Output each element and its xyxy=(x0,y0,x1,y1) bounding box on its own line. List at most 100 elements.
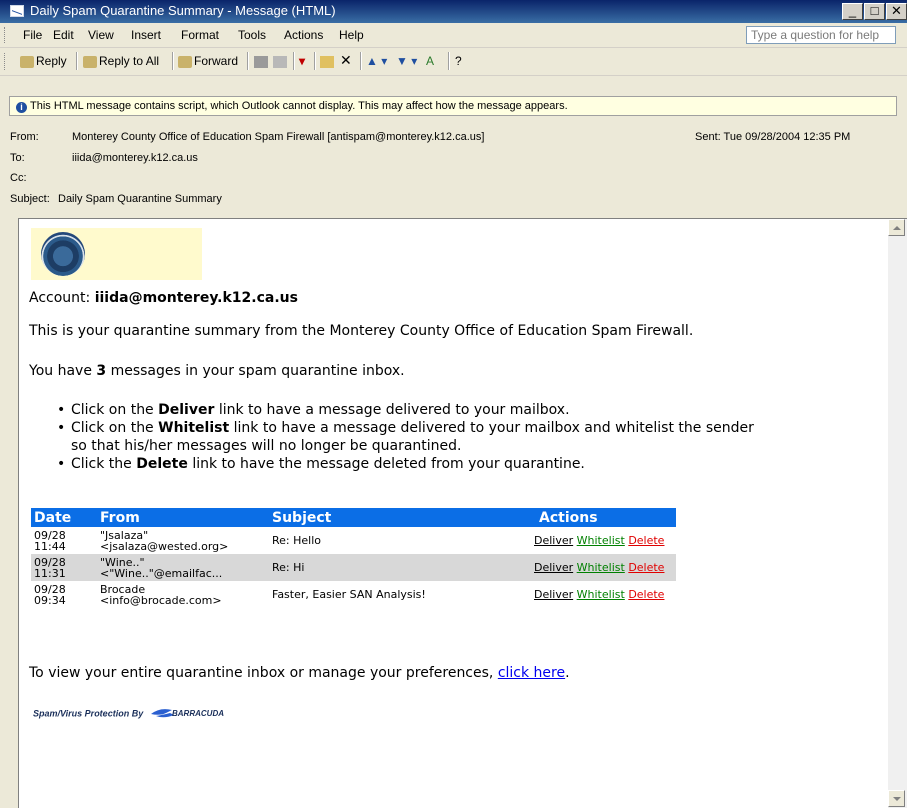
subject-cell: Re: Hello xyxy=(272,534,322,547)
minimize-button[interactable]: _ xyxy=(842,3,863,20)
to-label: To: xyxy=(10,152,25,164)
to-value[interactable]: iiida@monterey.k12.ca.us xyxy=(72,152,198,164)
barracuda-logo-text: BARRACUDA xyxy=(172,709,224,718)
move-button[interactable] xyxy=(320,54,336,68)
toolbar-separator xyxy=(76,52,78,70)
delete-button[interactable]: ✕ xyxy=(340,52,352,69)
close-button[interactable]: ✕ xyxy=(886,3,907,20)
message-header: From: Monterey County Office of Educatio… xyxy=(0,124,907,214)
table-row: 09/28 11:44 "Jsalaza" <jsalaza@wested.org>… xyxy=(31,527,676,554)
count-post: messages in your spam quarantine inbox. xyxy=(110,363,405,379)
scroll-down-button[interactable] xyxy=(888,790,905,807)
menu-file[interactable]: File xyxy=(23,28,42,42)
delete-link[interactable]: Delete xyxy=(628,588,664,601)
column-header-date: Date xyxy=(31,508,97,527)
whitelist-link[interactable]: Whitelist xyxy=(577,561,625,574)
whitelist-link[interactable]: Whitelist xyxy=(577,588,625,601)
toolbar-grip xyxy=(4,53,8,70)
reply-button[interactable]: Reply xyxy=(20,54,67,68)
subject-label: Subject: xyxy=(10,193,50,205)
column-header-actions: Actions xyxy=(531,508,676,527)
from-cell: "Jsalaza" <jsalaza@wested.org> xyxy=(100,528,229,553)
menu-tools[interactable]: Tools xyxy=(238,28,266,42)
flag-icon: ▾ xyxy=(299,54,306,68)
menu-insert[interactable]: Insert xyxy=(131,28,161,42)
view-inbox-line: To view your entire quarantine inbox or … xyxy=(29,665,570,681)
forward-button[interactable]: Forward xyxy=(178,54,238,68)
column-header-from: From xyxy=(97,508,269,527)
date-cell: 09/28 11:31 xyxy=(31,554,97,581)
reply-icon xyxy=(20,55,34,68)
script-warning-bar[interactable]: i This HTML message contains script, whic… xyxy=(9,96,897,116)
intro-text: This is your quarantine summary from the… xyxy=(29,323,694,339)
toolbar-separator xyxy=(172,52,174,70)
subject-cell: Re: Hi xyxy=(269,554,531,581)
list-item: Click on the Whitelist link to have a me… xyxy=(57,419,754,455)
scroll-up-button[interactable] xyxy=(888,219,905,236)
maximize-button[interactable]: □ xyxy=(864,3,885,20)
sent-field: Sent: Tue 09/28/2004 12:35 PM xyxy=(695,131,850,143)
down-arrow-icon: ▼ ▾ xyxy=(396,54,418,68)
whitelist-link[interactable]: Whitelist xyxy=(577,534,625,547)
up-arrow-icon: ▲ ▾ xyxy=(366,54,388,68)
menu-actions[interactable]: Actions xyxy=(284,28,323,42)
reply-label: Reply xyxy=(36,54,67,68)
list-item: Click on the Deliver link to have a mess… xyxy=(57,401,754,419)
menu-edit[interactable]: Edit xyxy=(53,28,74,42)
count-pre: You have xyxy=(29,363,92,379)
deliver-link[interactable]: Deliver xyxy=(534,588,573,601)
delete-link[interactable]: Delete xyxy=(628,561,664,574)
click-here-link[interactable]: click here xyxy=(498,665,565,681)
quarantine-table: Date From Subject Actions 09/28 11:44 "Js… xyxy=(31,508,676,608)
font-size-icon: A xyxy=(426,54,435,68)
previous-item-button[interactable]: ▲ ▾ xyxy=(366,54,387,68)
message-body: Account: iiida@monterey.k12.ca.us This i… xyxy=(18,218,889,808)
copy-icon xyxy=(273,55,287,68)
date-cell: 09/28 11:44 xyxy=(34,528,66,553)
table-row: 09/28 11:31 "Wine.." <"Wine.."@emailfac...… xyxy=(31,554,676,581)
help-search-input[interactable]: Type a question for help xyxy=(746,26,896,44)
deliver-link[interactable]: Deliver xyxy=(534,561,573,574)
reply-all-button[interactable]: Reply to All xyxy=(83,54,159,68)
menu-format[interactable]: Format xyxy=(181,28,219,42)
vertical-scrollbar[interactable] xyxy=(888,218,907,808)
list-item: Click the Delete link to have the messag… xyxy=(57,455,754,473)
actions-cell: Deliver Whitelist Delete xyxy=(531,527,676,554)
table-header-row: Date From Subject Actions xyxy=(31,508,676,527)
toolbar-separator xyxy=(293,52,295,70)
scroll-down-icon xyxy=(893,797,901,801)
help-icon: ? xyxy=(455,54,462,68)
print-button[interactable] xyxy=(254,54,270,68)
forward-label: Forward xyxy=(194,54,239,68)
menu-grip xyxy=(4,27,8,43)
menu-view[interactable]: View xyxy=(88,28,114,42)
help-button[interactable]: ? xyxy=(455,54,462,68)
sent-label: Sent: xyxy=(695,131,721,143)
window-title: Daily Spam Quarantine Summary - Message … xyxy=(30,3,336,18)
toolbar-separator xyxy=(247,52,249,70)
flag-button[interactable]: ▾ xyxy=(299,54,305,68)
account-value: iiida@monterey.k12.ca.us xyxy=(94,290,298,306)
font-size-button[interactable]: A xyxy=(426,54,434,68)
footer-text: Spam/Virus Protection By xyxy=(33,708,144,719)
view-inbox-text: To view your entire quarantine inbox or … xyxy=(29,665,494,681)
script-warning-text: This HTML message contains script, which… xyxy=(30,100,568,112)
scroll-up-icon xyxy=(893,226,901,230)
menu-help[interactable]: Help xyxy=(339,28,364,42)
copy-button[interactable] xyxy=(273,54,289,68)
date-cell: 09/28 09:34 xyxy=(34,582,66,607)
actions-cell: Deliver Whitelist Delete xyxy=(531,554,676,581)
from-cell: Brocade <info@brocade.com> xyxy=(100,582,222,607)
from-label: From: xyxy=(10,131,39,143)
instructions-list: Click on the Deliver link to have a mess… xyxy=(57,401,754,473)
next-item-button[interactable]: ▼ ▾ xyxy=(396,54,417,68)
toolbar-separator xyxy=(314,52,316,70)
envelope-icon xyxy=(10,5,24,17)
deliver-link[interactable]: Deliver xyxy=(534,534,573,547)
from-value[interactable]: Monterey County Office of Education Spam… xyxy=(72,131,484,143)
county-seal-logo xyxy=(41,232,85,276)
move-folder-icon xyxy=(320,55,334,68)
delete-link[interactable]: Delete xyxy=(628,534,664,547)
account-label: Account: xyxy=(29,290,91,306)
barracuda-logo-mark: BARRACUDA xyxy=(150,709,224,718)
